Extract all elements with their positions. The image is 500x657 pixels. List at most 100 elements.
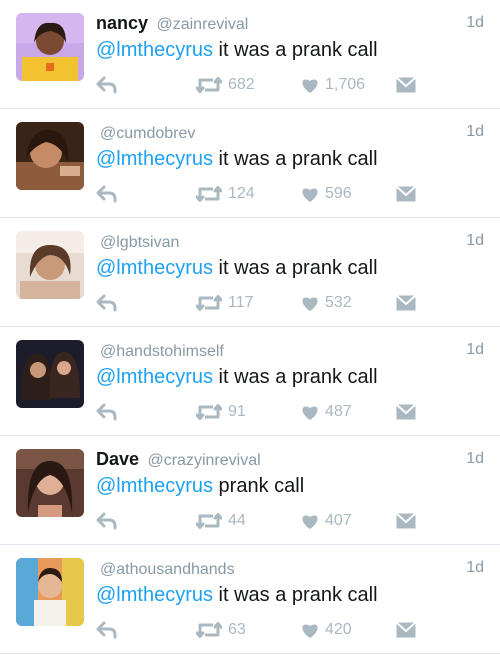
like-count: 532 [325, 294, 352, 311]
retweet-button[interactable]: 44 [196, 508, 246, 534]
mention-link[interactable]: @lmthecyrus [96, 366, 213, 388]
timestamp[interactable]: 1d [466, 121, 484, 143]
reply-icon [96, 621, 117, 639]
like-count: 487 [325, 403, 352, 420]
tweet-header: Dave @crazyinrevival [96, 448, 484, 472]
timestamp[interactable]: 1d [466, 230, 484, 252]
retweet-button[interactable]: 63 [196, 617, 246, 643]
mention-link[interactable]: @lmthecyrus [96, 257, 213, 279]
avatar[interactable] [16, 231, 84, 299]
retweet-count: 117 [228, 294, 254, 311]
reply-icon [96, 294, 117, 312]
reply-icon [96, 512, 117, 530]
reply-icon [96, 76, 117, 94]
retweet-count: 91 [228, 403, 246, 420]
like-icon [302, 624, 318, 638]
tweet-text: @lmthecyrus it was a prank call [96, 581, 484, 609]
like-button[interactable]: 532 [301, 290, 352, 316]
tweet[interactable]: nancy @zainrevival 1d @lmthecyrus it was… [0, 0, 500, 109]
reply-button[interactable] [96, 399, 118, 425]
direct-message-button[interactable] [396, 508, 416, 534]
tweet-text: @lmthecyrus it was a prank call [96, 145, 484, 173]
reply-button[interactable] [96, 617, 118, 643]
retweet-button[interactable]: 91 [196, 399, 246, 425]
like-button[interactable]: 1,706 [301, 72, 365, 98]
direct-message-icon [396, 513, 416, 529]
avatar-image [16, 13, 84, 81]
tweet-actions: 117 532 [96, 290, 484, 316]
tweet[interactable]: Dave @crazyinrevival 1d @lmthecyrus pran… [0, 436, 500, 545]
user-handle[interactable]: @zainrevival [156, 16, 248, 33]
tweet-header: nancy @zainrevival [96, 12, 484, 36]
retweet-button[interactable]: 117 [196, 290, 254, 316]
display-name[interactable]: nancy [96, 13, 148, 33]
reply-icon [96, 403, 117, 421]
retweet-icon [196, 186, 222, 202]
tweet-header: @lgbtsivan [96, 230, 484, 254]
direct-message-icon [396, 295, 416, 311]
direct-message-button[interactable] [396, 181, 416, 207]
retweet-icon [196, 77, 222, 93]
direct-message-button[interactable] [396, 399, 416, 425]
tweet[interactable]: @handstohimself 1d @lmthecyrus it was a … [0, 327, 500, 436]
retweet-icon [196, 404, 222, 420]
user-handle[interactable]: @lgbtsivan [100, 234, 179, 251]
user-handle[interactable]: @handstohimself [100, 343, 224, 360]
tweet-body: it was a prank call [213, 257, 378, 279]
tweet[interactable]: @lgbtsivan 1d @lmthecyrus it was a prank… [0, 218, 500, 327]
tweet-feed: nancy @zainrevival 1d @lmthecyrus it was… [0, 0, 500, 654]
like-button[interactable]: 407 [301, 508, 352, 534]
display-name[interactable]: Dave [96, 449, 139, 469]
like-button[interactable]: 487 [301, 399, 352, 425]
tweet-body: prank call [213, 475, 305, 497]
like-icon [302, 297, 318, 311]
tweet-header: @athousandhands [96, 557, 484, 581]
like-count: 407 [325, 512, 352, 529]
mention-link[interactable]: @lmthecyrus [96, 148, 213, 170]
reply-button[interactable] [96, 181, 118, 207]
mention-link[interactable]: @lmthecyrus [96, 475, 213, 497]
reply-button[interactable] [96, 508, 118, 534]
retweet-icon [196, 513, 222, 529]
avatar[interactable] [16, 122, 84, 190]
direct-message-button[interactable] [396, 617, 416, 643]
reply-button[interactable] [96, 72, 118, 98]
tweet-body: it was a prank call [213, 584, 378, 606]
user-handle[interactable]: @athousandhands [100, 561, 235, 578]
retweet-button[interactable]: 124 [196, 181, 255, 207]
direct-message-button[interactable] [396, 290, 416, 316]
avatar-image [16, 558, 84, 626]
timestamp[interactable]: 1d [466, 12, 484, 34]
tweet-body: it was a prank call [213, 366, 378, 388]
tweet-actions: 91 487 [96, 399, 484, 425]
avatar[interactable] [16, 558, 84, 626]
tweet-header: @handstohimself [96, 339, 484, 363]
timestamp[interactable]: 1d [466, 448, 484, 470]
like-button[interactable]: 420 [301, 617, 352, 643]
user-handle[interactable]: @cumdobrev [100, 125, 195, 142]
direct-message-button[interactable] [396, 72, 416, 98]
avatar[interactable] [16, 340, 84, 408]
avatar[interactable] [16, 449, 84, 517]
timestamp[interactable]: 1d [466, 557, 484, 579]
retweet-count: 63 [228, 621, 246, 638]
timestamp[interactable]: 1d [466, 339, 484, 361]
avatar[interactable] [16, 13, 84, 81]
tweet[interactable]: @cumdobrev 1d @lmthecyrus it was a prank… [0, 109, 500, 218]
reply-icon [96, 185, 117, 203]
tweet[interactable]: @athousandhands 1d @lmthecyrus it was a … [0, 545, 500, 654]
retweet-button[interactable]: 682 [196, 72, 255, 98]
avatar-image [16, 122, 84, 190]
avatar-image [16, 231, 84, 299]
tweet-actions: 63 420 [96, 617, 484, 643]
reply-button[interactable] [96, 290, 118, 316]
mention-link[interactable]: @lmthecyrus [96, 584, 213, 606]
user-handle[interactable]: @crazyinrevival [147, 452, 260, 469]
like-count: 1,706 [325, 76, 366, 93]
like-icon [302, 79, 318, 93]
like-button[interactable]: 596 [301, 181, 352, 207]
tweet-actions: 124 596 [96, 181, 484, 207]
tweet-body: it was a prank call [213, 39, 378, 61]
mention-link[interactable]: @lmthecyrus [96, 39, 213, 61]
like-count: 596 [325, 185, 352, 202]
